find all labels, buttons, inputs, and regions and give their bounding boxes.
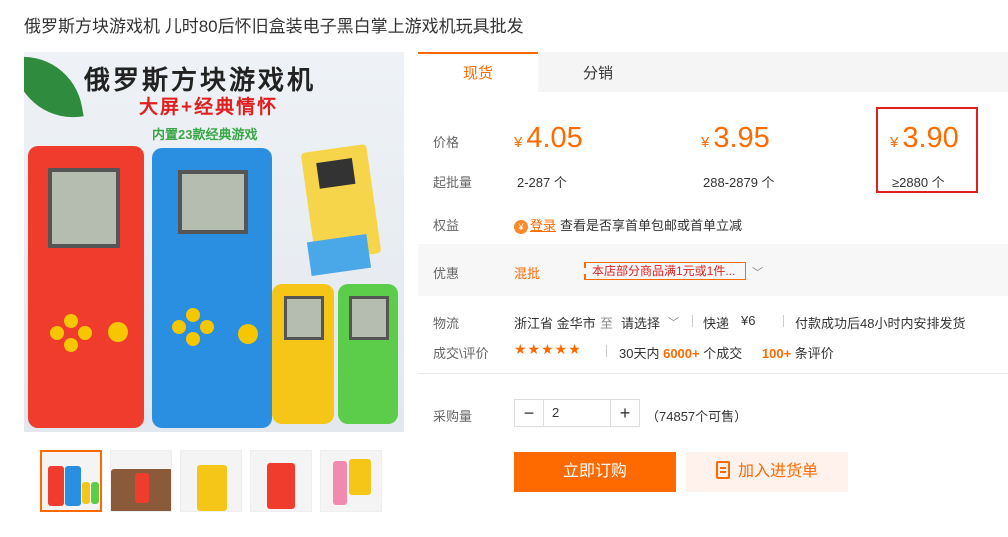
sales-suffix: 个成交 <box>703 346 743 361</box>
sales-stats: 30天内 6000+ 个成交 100+ 条评价 <box>619 343 834 362</box>
express-text: 快递 <box>703 316 730 331</box>
quantity-tier-1: 2-287 个 <box>517 175 567 190</box>
thumbnail-strip <box>40 450 382 512</box>
highlight-box <box>876 107 978 193</box>
mixed-batch-tag: 混批 <box>514 266 541 281</box>
available-stock: （74857个可售） <box>646 409 748 424</box>
logistics-label: 物流 <box>433 316 460 331</box>
login-link[interactable]: 登录 <box>530 218 556 233</box>
tab-distribution[interactable]: 分销 <box>538 54 658 94</box>
buy-now-button[interactable]: 立即订购 <box>514 452 676 492</box>
review-suffix: 条评价 <box>794 346 834 361</box>
thumbnail-5[interactable] <box>320 450 382 512</box>
thumbnail-2[interactable] <box>110 450 172 512</box>
product-title: 俄罗斯方块游戏机 儿时80后怀旧盒装电子黑白掌上游戏机玩具批发 <box>24 17 524 36</box>
currency-symbol: ¥ <box>701 134 710 151</box>
benefits-label: 权益 <box>433 218 460 233</box>
price-tier-1: ¥4.05 <box>514 122 583 155</box>
yellow-game-device <box>272 284 334 424</box>
review-count[interactable]: 100+ <box>762 346 791 361</box>
decrement-button[interactable]: − <box>515 400 543 426</box>
leaf-decoration <box>24 52 84 127</box>
quantity-input[interactable]: 2 <box>543 400 611 426</box>
to-text: 至 <box>600 316 614 331</box>
benefits-text: 查看是否享首单包邮或首单立减 <box>560 218 743 233</box>
quantity-tier-2: 288-2879 个 <box>703 175 775 190</box>
destination-select[interactable]: 请选择 <box>621 313 660 332</box>
image-subline: 大屏+经典情怀 <box>139 97 279 118</box>
chevron-down-icon[interactable]: ﹀ <box>668 314 679 330</box>
quantity-stepper: − 2 + <box>514 399 640 427</box>
add-to-cart-button[interactable]: 加入进货单 <box>686 452 848 492</box>
blue-game-device <box>152 148 272 428</box>
red-game-device <box>28 146 144 428</box>
tab-in-stock[interactable]: 现货 <box>418 52 538 94</box>
coupon-tag[interactable]: 本店部分商品满1元或1件... <box>584 262 746 280</box>
purchase-quantity-label: 采购量 <box>433 409 473 424</box>
add-to-cart-label: 加入进货单 <box>737 463 818 480</box>
sales-count: 6000+ <box>663 346 700 361</box>
origin-text: 浙江省 金华市 <box>514 316 596 331</box>
divider <box>418 373 1008 374</box>
dispatch-text: 付款成功后48小时内安排发货 <box>795 316 966 331</box>
shipping-fee: ¥6 <box>741 313 756 328</box>
price-value: 4.05 <box>526 122 583 154</box>
separator <box>606 345 607 357</box>
image-note: 内置23款经典游戏 <box>152 127 258 142</box>
price-label: 价格 <box>433 135 460 150</box>
clipboard-icon <box>715 460 730 479</box>
benefits-row: ¥ 登录 查看是否享首单包邮或首单立减 <box>514 215 742 234</box>
tab-bar: 现货 分销 <box>418 52 1008 94</box>
min-order-label: 起批量 <box>433 175 473 190</box>
rating-stars: ★★★★★ <box>514 341 582 357</box>
thumbnail-3[interactable] <box>180 450 242 512</box>
sales-label: 成交\评价 <box>433 346 489 361</box>
price-value: 3.95 <box>713 122 770 154</box>
box-package-bottom <box>306 233 372 277</box>
price-tier-2: ¥3.95 <box>701 122 770 155</box>
currency-symbol: ¥ <box>514 134 523 151</box>
coin-icon: ¥ <box>514 219 528 234</box>
thumbnail-1[interactable] <box>40 450 102 512</box>
green-game-device <box>338 284 398 424</box>
chevron-down-icon[interactable]: ﹀ <box>752 264 763 280</box>
thumbnail-4[interactable] <box>250 450 312 512</box>
promotion-label: 优惠 <box>433 266 460 281</box>
separator <box>692 315 693 327</box>
separator <box>783 315 784 327</box>
sales-prefix: 30天内 <box>619 346 660 361</box>
increment-button[interactable]: + <box>611 400 639 426</box>
main-product-image[interactable]: 俄罗斯方块游戏机 大屏+经典情怀 内置23款经典游戏 <box>24 52 404 432</box>
